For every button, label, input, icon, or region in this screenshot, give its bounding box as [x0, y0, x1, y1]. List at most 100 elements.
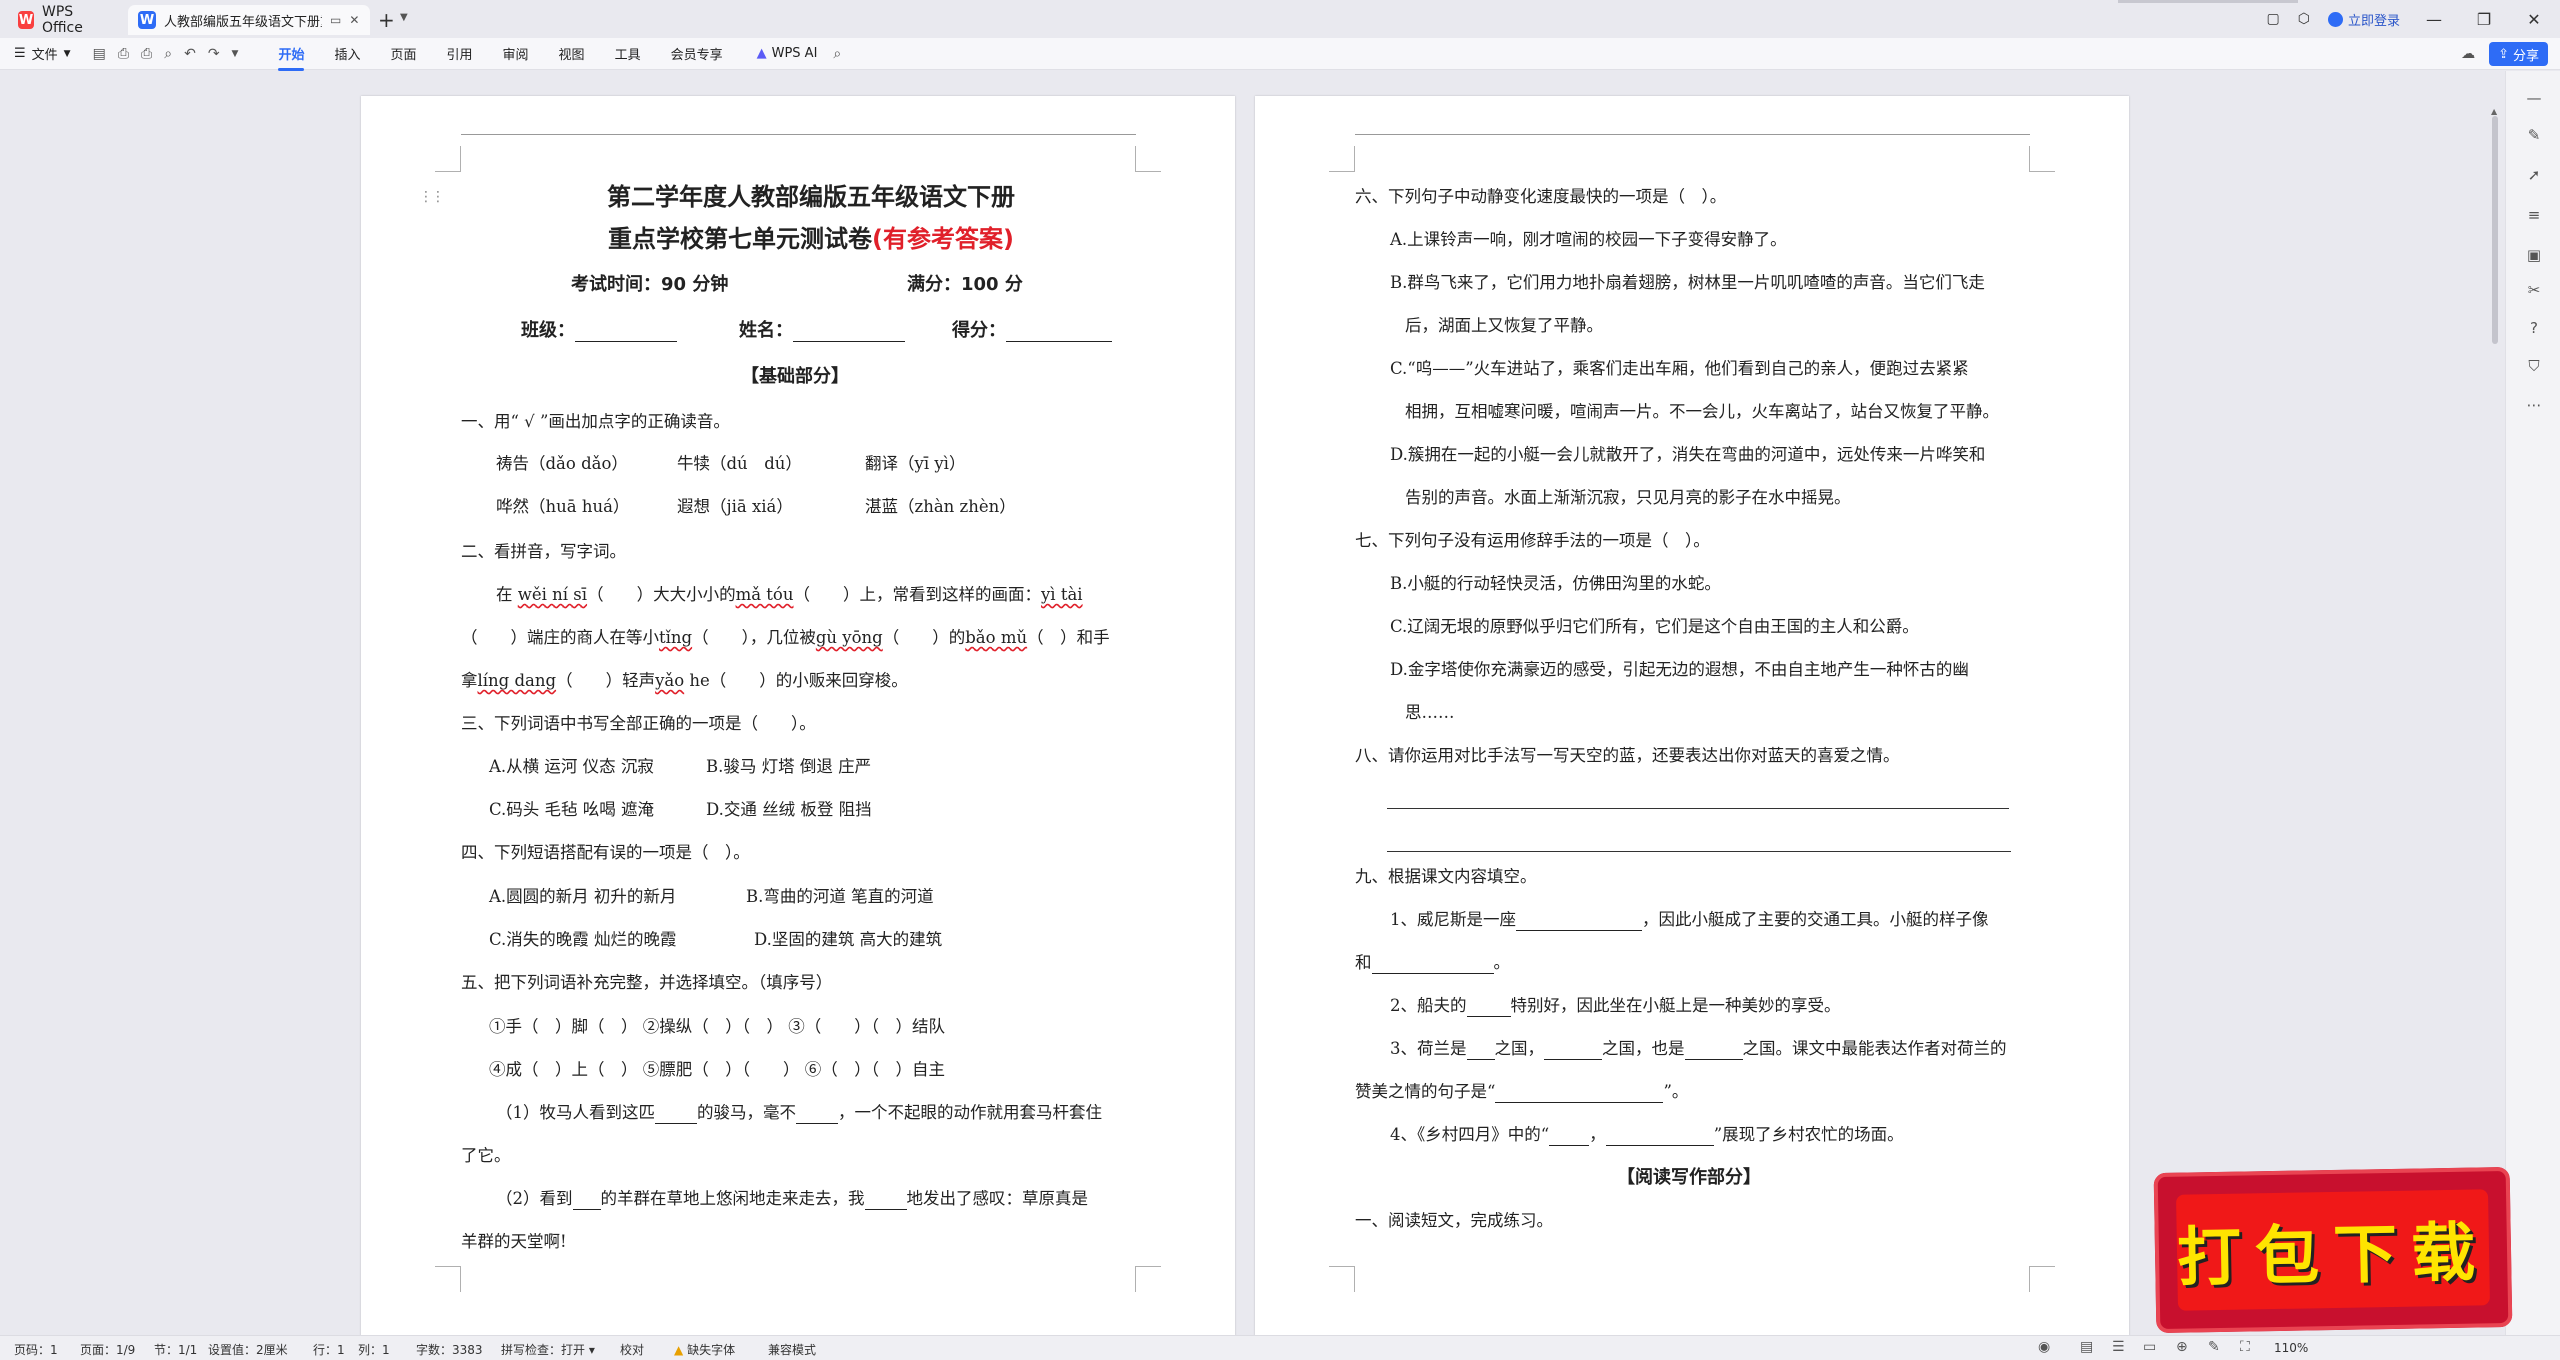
redo-icon[interactable]: ↷ [208, 46, 220, 62]
document-page-2[interactable]: 六、下列句子中动静变化速度最快的一项是（ ）。 A.上课铃声一响，刚才喧闹的校园… [1255, 96, 2129, 1335]
blank[interactable] [796, 1106, 838, 1124]
blank[interactable] [1495, 1085, 1664, 1103]
document-canvas[interactable]: ⋮⋮ 第二学年度人教部编版五年级语文下册 重点学校第七单元测试卷(有参考答案) … [0, 71, 2490, 1335]
print-preview-icon[interactable]: ⌕ [164, 46, 172, 62]
blank[interactable] [864, 1192, 907, 1210]
login-button[interactable]: 立即登录 [2327, 10, 2400, 29]
export-pdf-icon[interactable]: ⎙ [118, 46, 129, 62]
chevron-down-icon[interactable]: ▼ [232, 49, 239, 59]
blank[interactable] [1544, 1042, 1602, 1060]
class-blank[interactable] [575, 324, 677, 342]
status-proof[interactable]: 校对 [620, 1341, 644, 1358]
q9-item-2: 2、船夫的 特别好，因此坐在小艇上是一种美妙的享受。 [1390, 995, 1841, 1017]
q6-option-b: B.群鸟飞来了，它们用力地扑扇着翅膀，树林里一片叽叽喳喳的声音。当它们飞走 [1390, 273, 1985, 292]
status-section[interactable]: 节：1/1 [154, 1341, 197, 1358]
cube-icon[interactable]: ⬡ [2298, 11, 2310, 27]
chevron-down-icon: ▼ [63, 48, 71, 59]
more-icon[interactable]: ⋯ [2524, 396, 2544, 416]
tab-wps-office[interactable]: W WPS Office [8, 4, 120, 36]
q9-item-1: 1、威尼斯是一座 ，因此小艇成了主要的交通工具。小艇的样子像 [1390, 909, 1989, 931]
shirt-icon[interactable]: ⛉ [2524, 357, 2544, 377]
cloud-icon[interactable]: ☁ [2461, 46, 2475, 62]
crop-mark [2029, 1266, 2055, 1292]
status-setting[interactable]: 设置值：2厘米 [208, 1341, 288, 1358]
blank[interactable] [1466, 999, 1511, 1017]
tab-member[interactable]: 会员专享 [671, 44, 723, 63]
file-menu[interactable]: ☰ 文件 ▼ [14, 44, 71, 63]
name-blank[interactable] [793, 324, 905, 342]
pen-icon[interactable]: ✎ [2524, 126, 2544, 146]
status-spellcheck[interactable]: 拼写检查：打开 ▾ [501, 1341, 595, 1358]
scrollbar-thumb[interactable] [2492, 116, 2498, 344]
save-icon[interactable]: ▤ [93, 46, 106, 62]
chevron-down-icon[interactable]: ▼ [400, 12, 408, 23]
fit-page-icon[interactable]: ⛶ [2240, 1339, 2250, 1355]
select-cursor-icon[interactable]: ➚ [2524, 166, 2544, 186]
status-col[interactable]: 列：1 [358, 1341, 390, 1358]
q5-text: ，一个不起眼的动作就用套马杆套住 [838, 1103, 1102, 1122]
tab-review[interactable]: 审阅 [503, 44, 529, 63]
reading-view-icon[interactable]: ▭ [2143, 1339, 2156, 1355]
tab-home[interactable]: 开始 [278, 44, 305, 71]
comment-icon[interactable]: ▭ [330, 13, 341, 27]
blank[interactable] [1466, 1042, 1495, 1060]
blank[interactable] [655, 1106, 697, 1124]
document-page-1[interactable]: ⋮⋮ 第二学年度人教部编版五年级语文下册 重点学校第七单元测试卷(有参考答案) … [361, 96, 1235, 1335]
print-icon[interactable]: ⎙ [141, 46, 152, 62]
scroll-up-icon[interactable]: ▲ [2491, 107, 2497, 116]
blank[interactable] [1684, 1042, 1743, 1060]
tab-page[interactable]: 页面 [391, 44, 417, 63]
download-banner[interactable]: 打包下载 [2153, 1166, 2513, 1334]
outline-view-icon[interactable]: ☰ [2112, 1339, 2125, 1355]
adjust-icon[interactable]: ≡ [2524, 206, 2544, 226]
section-basic-heading: 【基础部分】 [741, 366, 849, 387]
q5-line-2: ④成（ ）上（ ） ⑤膘肥（ ）（ ） ⑥（ ）（ ）自主 [489, 1060, 945, 1079]
eye-protect-icon[interactable]: ◉ [2038, 1339, 2050, 1355]
tab-view[interactable]: 视图 [559, 44, 585, 63]
vertical-scrollbar[interactable]: ▲ [2488, 71, 2502, 1335]
wps-ai-button[interactable]: ▲ WPS AI [757, 46, 818, 61]
q3-option-d: D.交通 丝绒 板登 阻挡 [706, 800, 872, 819]
blank[interactable] [572, 1192, 601, 1210]
restore-icon[interactable]: ❐ [2468, 10, 2500, 29]
status-page-number[interactable]: 页码：1 [14, 1341, 58, 1358]
minimize-icon[interactable]: — [2418, 10, 2450, 29]
tab-references[interactable]: 引用 [447, 44, 473, 63]
new-tab-icon[interactable]: + [378, 8, 395, 32]
blank[interactable] [1516, 913, 1642, 931]
status-row[interactable]: 行：1 [313, 1341, 345, 1358]
blank[interactable] [1605, 1128, 1714, 1146]
web-view-icon[interactable]: ⊕ [2176, 1339, 2188, 1355]
blank[interactable] [1371, 956, 1494, 974]
collapse-icon[interactable]: — [2524, 89, 2544, 109]
answer-line[interactable] [1387, 851, 2011, 852]
page-view-icon[interactable]: ▤ [2080, 1339, 2093, 1355]
search-icon[interactable]: ⌕ [833, 46, 841, 62]
q1-option: 牛犊（dú dú） [677, 454, 802, 473]
status-compat-mode[interactable]: 兼容模式 [768, 1341, 816, 1358]
tab-document[interactable]: W 人教部编版五年级语文下册重 ▭ ✕ [128, 5, 370, 35]
score-blank[interactable] [1006, 324, 1112, 342]
status-word-count[interactable]: 字数：3383 [416, 1341, 483, 1358]
write-view-icon[interactable]: ✎ [2208, 1339, 2220, 1355]
tools-icon[interactable]: ✂ [2524, 281, 2544, 301]
window-layout-icon[interactable]: ▢ [2267, 11, 2280, 27]
zoom-level[interactable]: 110% [2274, 1341, 2308, 1355]
question-6: 六、下列句子中动静变化速度最快的一项是（ ）。 [1355, 187, 1727, 206]
help-icon[interactable]: ? [2524, 319, 2544, 339]
q2-text: （ ）和手 [1027, 628, 1110, 647]
answer-line[interactable] [1387, 808, 2009, 809]
q7-option-c: C.辽阔无垠的原野似乎归它们所有，它们是这个自由王国的主人和公爵。 [1390, 617, 1919, 636]
undo-icon[interactable]: ↶ [184, 46, 196, 62]
status-missing-font[interactable]: ▲ 缺失字体 [674, 1341, 735, 1358]
close-window-icon[interactable]: ✕ [2518, 10, 2550, 29]
close-tab-icon[interactable]: ✕ [349, 13, 359, 27]
share-button[interactable]: ⇪ 分享 [2489, 42, 2548, 66]
drag-handle-icon[interactable]: ⋮⋮ [419, 189, 445, 205]
q9-item-3: 3、荷兰是 之国， 之国，也是 之国。课文中最能表达作者对荷兰的 [1390, 1038, 2007, 1060]
blank[interactable] [1549, 1128, 1590, 1146]
image-edit-icon[interactable]: ▣ [2524, 246, 2544, 266]
tab-insert[interactable]: 插入 [334, 44, 360, 63]
tab-tools[interactable]: 工具 [615, 44, 641, 63]
status-page-count[interactable]: 页面：1/9 [80, 1341, 135, 1358]
